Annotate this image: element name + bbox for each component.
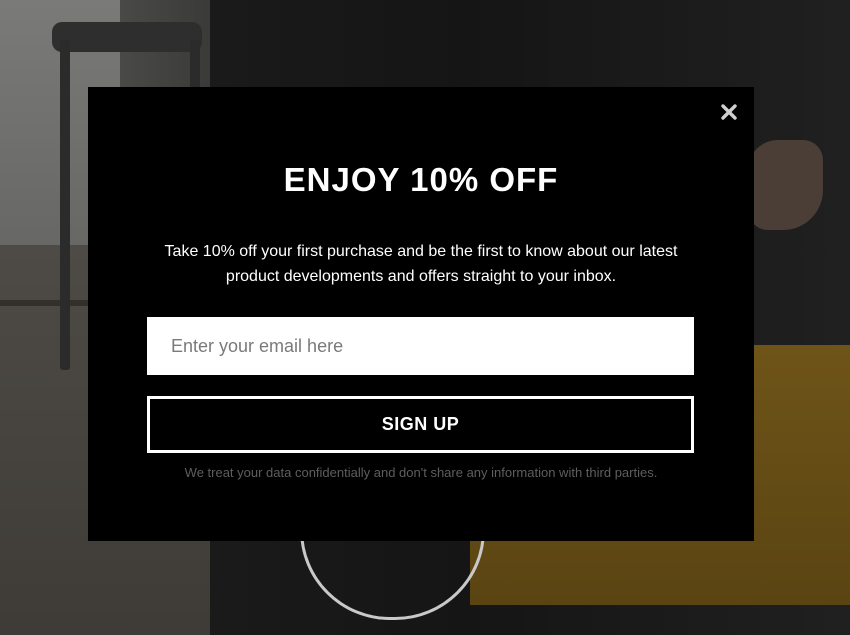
popup-description: Take 10% off your first purchase and be … [164, 243, 678, 285]
popup-title: ENJOY 10% OFF [283, 161, 559, 198]
close-button[interactable] [718, 101, 740, 123]
close-icon [721, 104, 737, 120]
newsletter-popup: ENJOY 10% OFF Take 10% off your first pu… [88, 87, 754, 541]
background-hand [748, 140, 823, 230]
email-input[interactable] [147, 317, 694, 375]
privacy-disclaimer: We treat your data confidentially and do… [184, 465, 658, 480]
background-handle-bar-left [60, 40, 70, 370]
background-suitcase-handle [52, 22, 202, 52]
page-stage: ENJOY 10% OFF Take 10% off your first pu… [0, 0, 850, 635]
sign-up-button[interactable]: SIGN UP [147, 396, 694, 453]
